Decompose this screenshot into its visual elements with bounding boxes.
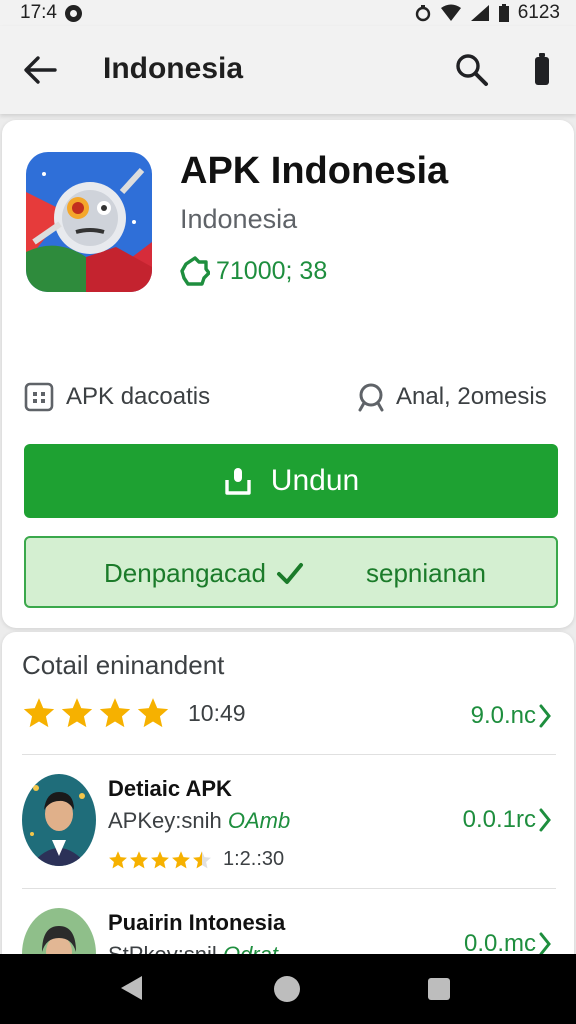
chevron-right-icon <box>539 808 551 832</box>
apk-info-label: APK dacoatis <box>66 383 211 410</box>
chevron-right-icon <box>539 704 551 728</box>
detail-size[interactable]: 9.0.nc <box>471 702 552 730</box>
nav-home-button[interactable] <box>274 976 300 1002</box>
item-title: Puairin Intonesia <box>108 910 286 935</box>
alarm-icon <box>414 4 432 22</box>
apk-info[interactable]: APK dacoatis <box>24 382 210 412</box>
download-label: Undun <box>270 464 360 497</box>
star-icon <box>109 850 127 868</box>
detail-title: Cotail eninandent <box>22 650 225 680</box>
divider <box>22 754 556 755</box>
secondary-right-label: sepnianan <box>366 558 486 588</box>
list-item[interactable]: Detiaic APK APKey:snih OAmb 1:2.:30 0.0.… <box>2 756 574 884</box>
secondary-left: Denpangacad <box>104 558 304 589</box>
triangle-back-icon <box>121 976 142 1000</box>
app-rating-text: 71000; 38 <box>216 256 328 285</box>
detail-size-label: 9.0.nc <box>470 702 536 729</box>
item-size[interactable]: 0.0.1rc <box>463 806 552 834</box>
navigation-bar <box>0 954 576 1024</box>
nav-back-button[interactable] <box>118 974 144 1007</box>
item-title: Detiaic APK <box>108 776 232 801</box>
wifi-icon <box>440 4 462 22</box>
developer-name[interactable]: Indonesia <box>180 204 297 235</box>
star-icon <box>151 850 169 868</box>
badge-icon <box>180 256 210 286</box>
item-subtitle-green: OAmb <box>227 808 291 833</box>
item-subtitle: APKey:snih OAmb <box>108 808 290 834</box>
avatar <box>22 774 96 866</box>
status-time: 17:4 <box>20 2 57 23</box>
more-button[interactable] <box>522 50 562 90</box>
star-icon <box>137 698 169 728</box>
nav-recents-button[interactable] <box>428 978 450 1000</box>
battery-icon <box>535 53 549 85</box>
app-rating-row: 71000; 38 <box>180 256 327 286</box>
status-bar: 17:4 6123 <box>0 0 576 26</box>
secondary-left-label: Denpangacad <box>104 558 266 588</box>
download-icon <box>225 468 251 495</box>
star-icon <box>61 698 93 728</box>
star-icon <box>99 698 131 728</box>
app-name: APK Indonesia <box>180 150 449 192</box>
download-button[interactable]: Undun <box>24 444 558 518</box>
star-icon <box>23 698 55 728</box>
location-label: Anal, 2omesis <box>396 383 547 410</box>
back-button[interactable] <box>20 50 60 90</box>
app-card: APK Indonesia Indonesia 71000; 38 APK da… <box>2 120 574 628</box>
item-subtitle-text: APKey:snih <box>108 808 222 833</box>
search-button[interactable] <box>452 50 492 90</box>
grid-box-icon <box>24 382 54 412</box>
signal-icon <box>470 4 490 22</box>
page-title: Indonesia <box>103 52 244 85</box>
detail-card: Cotail eninandent 10:49 9.0.nc Detiaic A… <box>2 632 574 972</box>
app-logo-icon[interactable] <box>26 152 152 292</box>
secondary-button[interactable]: Denpangacad sepnianan <box>24 536 558 608</box>
pin-icon <box>358 383 384 412</box>
star-icon <box>130 850 148 868</box>
rating-count: 10:49 <box>188 699 246 726</box>
star-icon <box>172 850 190 868</box>
status-right: 6123 <box>414 2 560 24</box>
location-info[interactable]: Anal, 2omesis <box>356 382 547 412</box>
divider <box>22 888 556 889</box>
status-right-text: 6123 <box>517 2 560 23</box>
notification-icon <box>64 4 82 22</box>
search-icon <box>456 54 488 86</box>
rating-row: 10:49 <box>22 696 246 730</box>
item-stars: 1:2.:30 <box>108 848 284 871</box>
battery-status-icon <box>498 4 510 22</box>
status-left: 17:4 <box>20 2 82 24</box>
item-rating: 1:2.:30 <box>223 848 285 870</box>
app-bar: Indonesia <box>0 26 576 114</box>
checkmark-icon <box>276 562 303 584</box>
half-star-icon <box>193 850 211 868</box>
arrow-left-icon <box>24 56 57 84</box>
item-size-label: 0.0.1rc <box>462 806 536 833</box>
